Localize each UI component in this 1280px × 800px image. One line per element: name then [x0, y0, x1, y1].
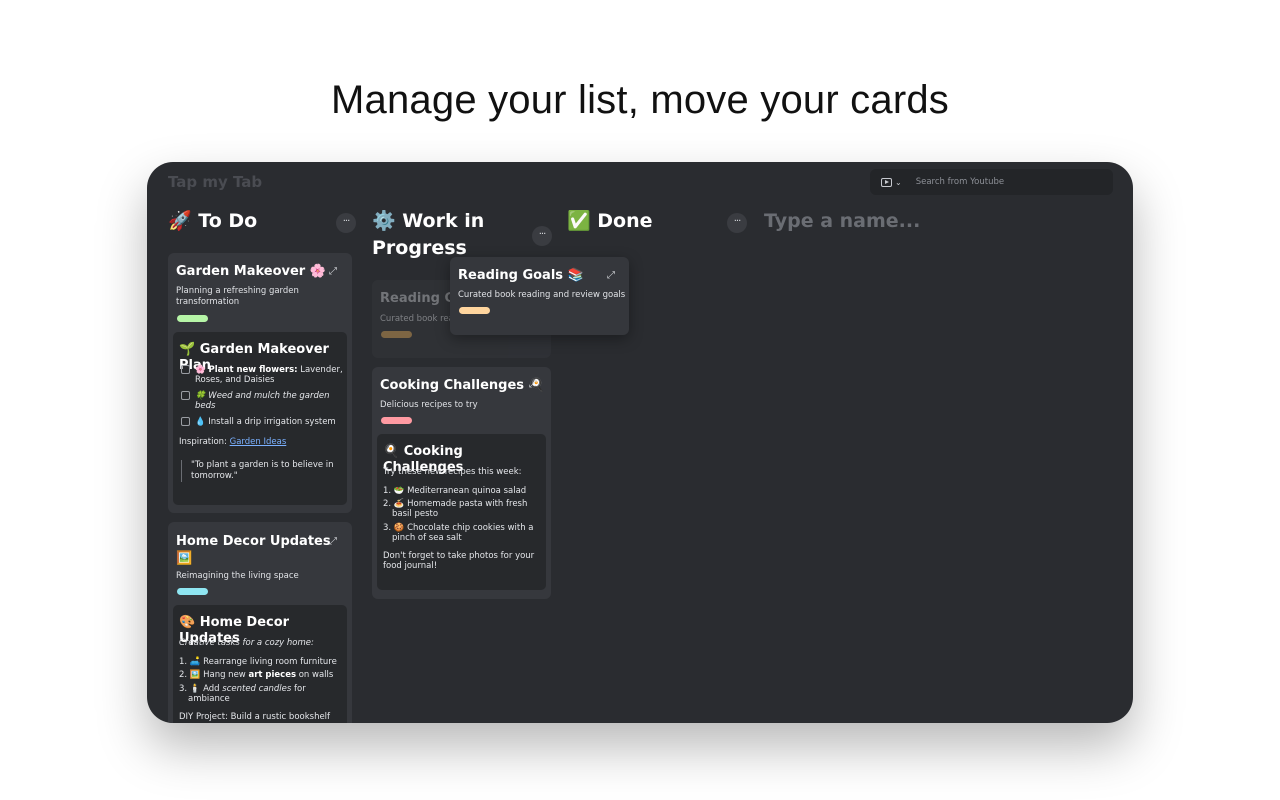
- note-footer: DIY Project: Build a rustic bookshelf wi…: [179, 712, 331, 723]
- expand-icon[interactable]: ⤢: [329, 536, 337, 547]
- task-checkbox[interactable]: [181, 417, 190, 426]
- expand-icon[interactable]: ⤢: [329, 266, 337, 277]
- card-title: Reading Goals 📚: [458, 268, 584, 283]
- expand-icon[interactable]: ⤢: [529, 379, 537, 390]
- list-item: 2. 🍝 Homemade pasta with fresh: [383, 499, 528, 509]
- column-title-wip-line1[interactable]: ⚙️ Work in: [372, 208, 484, 235]
- expand-icon[interactable]: ⤢: [607, 270, 615, 281]
- inspiration-link[interactable]: Garden Ideas: [230, 437, 287, 447]
- card-subtitle: Reimagining the living space: [176, 571, 299, 581]
- note-intro: Try these new recipes this week:: [383, 467, 522, 477]
- list-item-cont: ambiance: [188, 694, 230, 704]
- wip-more-button[interactable]: ···: [532, 226, 552, 246]
- blockquote: "To plant a garden is to believe in tomo…: [181, 460, 334, 482]
- todo-more-button[interactable]: ···: [336, 213, 356, 233]
- inspiration-line: Inspiration: Garden Ideas: [179, 437, 287, 447]
- app-brand: Tap my Tab: [168, 173, 263, 191]
- youtube-search-input[interactable]: [915, 177, 1086, 187]
- card-subtitle-line1: Planning a refreshing garden: [176, 286, 299, 296]
- card-home-decor[interactable]: Home Decor Updates 🖼️ ⤢ Reimagining the …: [168, 522, 352, 723]
- list-item: 1. 🥗 Mediterranean quinoa salad: [383, 486, 527, 496]
- column-title-todo[interactable]: 🚀 To Do: [168, 208, 257, 235]
- card-title: Cooking Challenges 🍳: [380, 378, 545, 393]
- task-item: 🍀 Weed and mulch the garden: [195, 391, 330, 401]
- label-pill[interactable]: [177, 315, 208, 322]
- card-note: 🎨 Home Decor Updates Creative tasks for …: [173, 605, 347, 723]
- quote-line: "To plant a garden is to believe in: [191, 460, 334, 470]
- label-pill[interactable]: [381, 417, 412, 424]
- list-item: 1. 🛋️ Rearrange living room furniture: [179, 657, 337, 667]
- note-footer: Don't forget to take photos for your: [383, 551, 535, 561]
- note-intro: Creative tasks for a cozy home:: [179, 638, 314, 648]
- column-title-done[interactable]: ✅ Done: [567, 208, 653, 235]
- card-subtitle-line2: transformation: [176, 297, 240, 307]
- youtube-search-bar: ⌄: [870, 169, 1113, 195]
- label-pill: [381, 331, 412, 338]
- label-pill[interactable]: [177, 588, 208, 595]
- card-subtitle: Delicious recipes to try: [380, 400, 478, 410]
- list-item: 2. 🖼️ Hang new art pieces on walls: [179, 670, 334, 680]
- card-reading-goals-dragging[interactable]: Reading Goals 📚 ⤢ Curated book reading a…: [450, 257, 629, 335]
- new-column-name-input[interactable]: Type a name...: [764, 208, 920, 235]
- card-title: Garden Makeover 🌸: [176, 264, 326, 279]
- list-item: 3. 🕯️ Add scented candles for: [179, 684, 306, 694]
- task-checkbox[interactable]: [181, 365, 190, 374]
- chevron-down-icon: ⌄: [895, 177, 902, 187]
- done-more-button[interactable]: ···: [727, 213, 747, 233]
- list-item: 3. 🍪 Chocolate chip cookies with a: [383, 523, 534, 533]
- card-title-line1: Home Decor Updates: [176, 534, 331, 549]
- youtube-icon: [881, 177, 892, 187]
- list-item-cont: pinch of sea salt: [392, 533, 462, 543]
- source-selector[interactable]: ⌄: [881, 177, 902, 187]
- page-headline: Manage your list, move your cards: [331, 78, 949, 122]
- quote-line: tomorrow.": [191, 470, 238, 481]
- card-subtitle: Curated book reac: [380, 314, 459, 324]
- card-subtitle: Curated book reading and review goals: [458, 290, 626, 300]
- app-window: Tap my Tab ⌄ 🚀 To Do ··· ⚙️ Work in Prog…: [147, 162, 1133, 723]
- card-note: 🌱 Garden Makeover Plan 🌸 Plant new flowe…: [173, 332, 347, 505]
- card-cooking-challenges[interactable]: Cooking Challenges 🍳 ⤢ Delicious recipes…: [372, 367, 551, 599]
- note-footer-cont: food journal!: [383, 561, 438, 571]
- list-item-cont: basil pesto: [392, 509, 439, 519]
- task-item: 🌸 Plant new flowers: Lavender,: [195, 365, 343, 375]
- task-item-cont: Roses, and Daisies: [195, 375, 275, 385]
- task-item-cont: beds: [195, 401, 216, 411]
- label-pill[interactable]: [459, 307, 490, 314]
- card-note: 🍳 Cooking Challenges Try these new recip…: [377, 434, 546, 590]
- card-garden-makeover[interactable]: Garden Makeover 🌸 ⤢ Planning a refreshin…: [168, 253, 352, 513]
- card-title-line2: 🖼️: [176, 551, 193, 566]
- task-checkbox[interactable]: [181, 391, 190, 400]
- task-item: 💧 Install a drip irrigation system: [195, 417, 336, 427]
